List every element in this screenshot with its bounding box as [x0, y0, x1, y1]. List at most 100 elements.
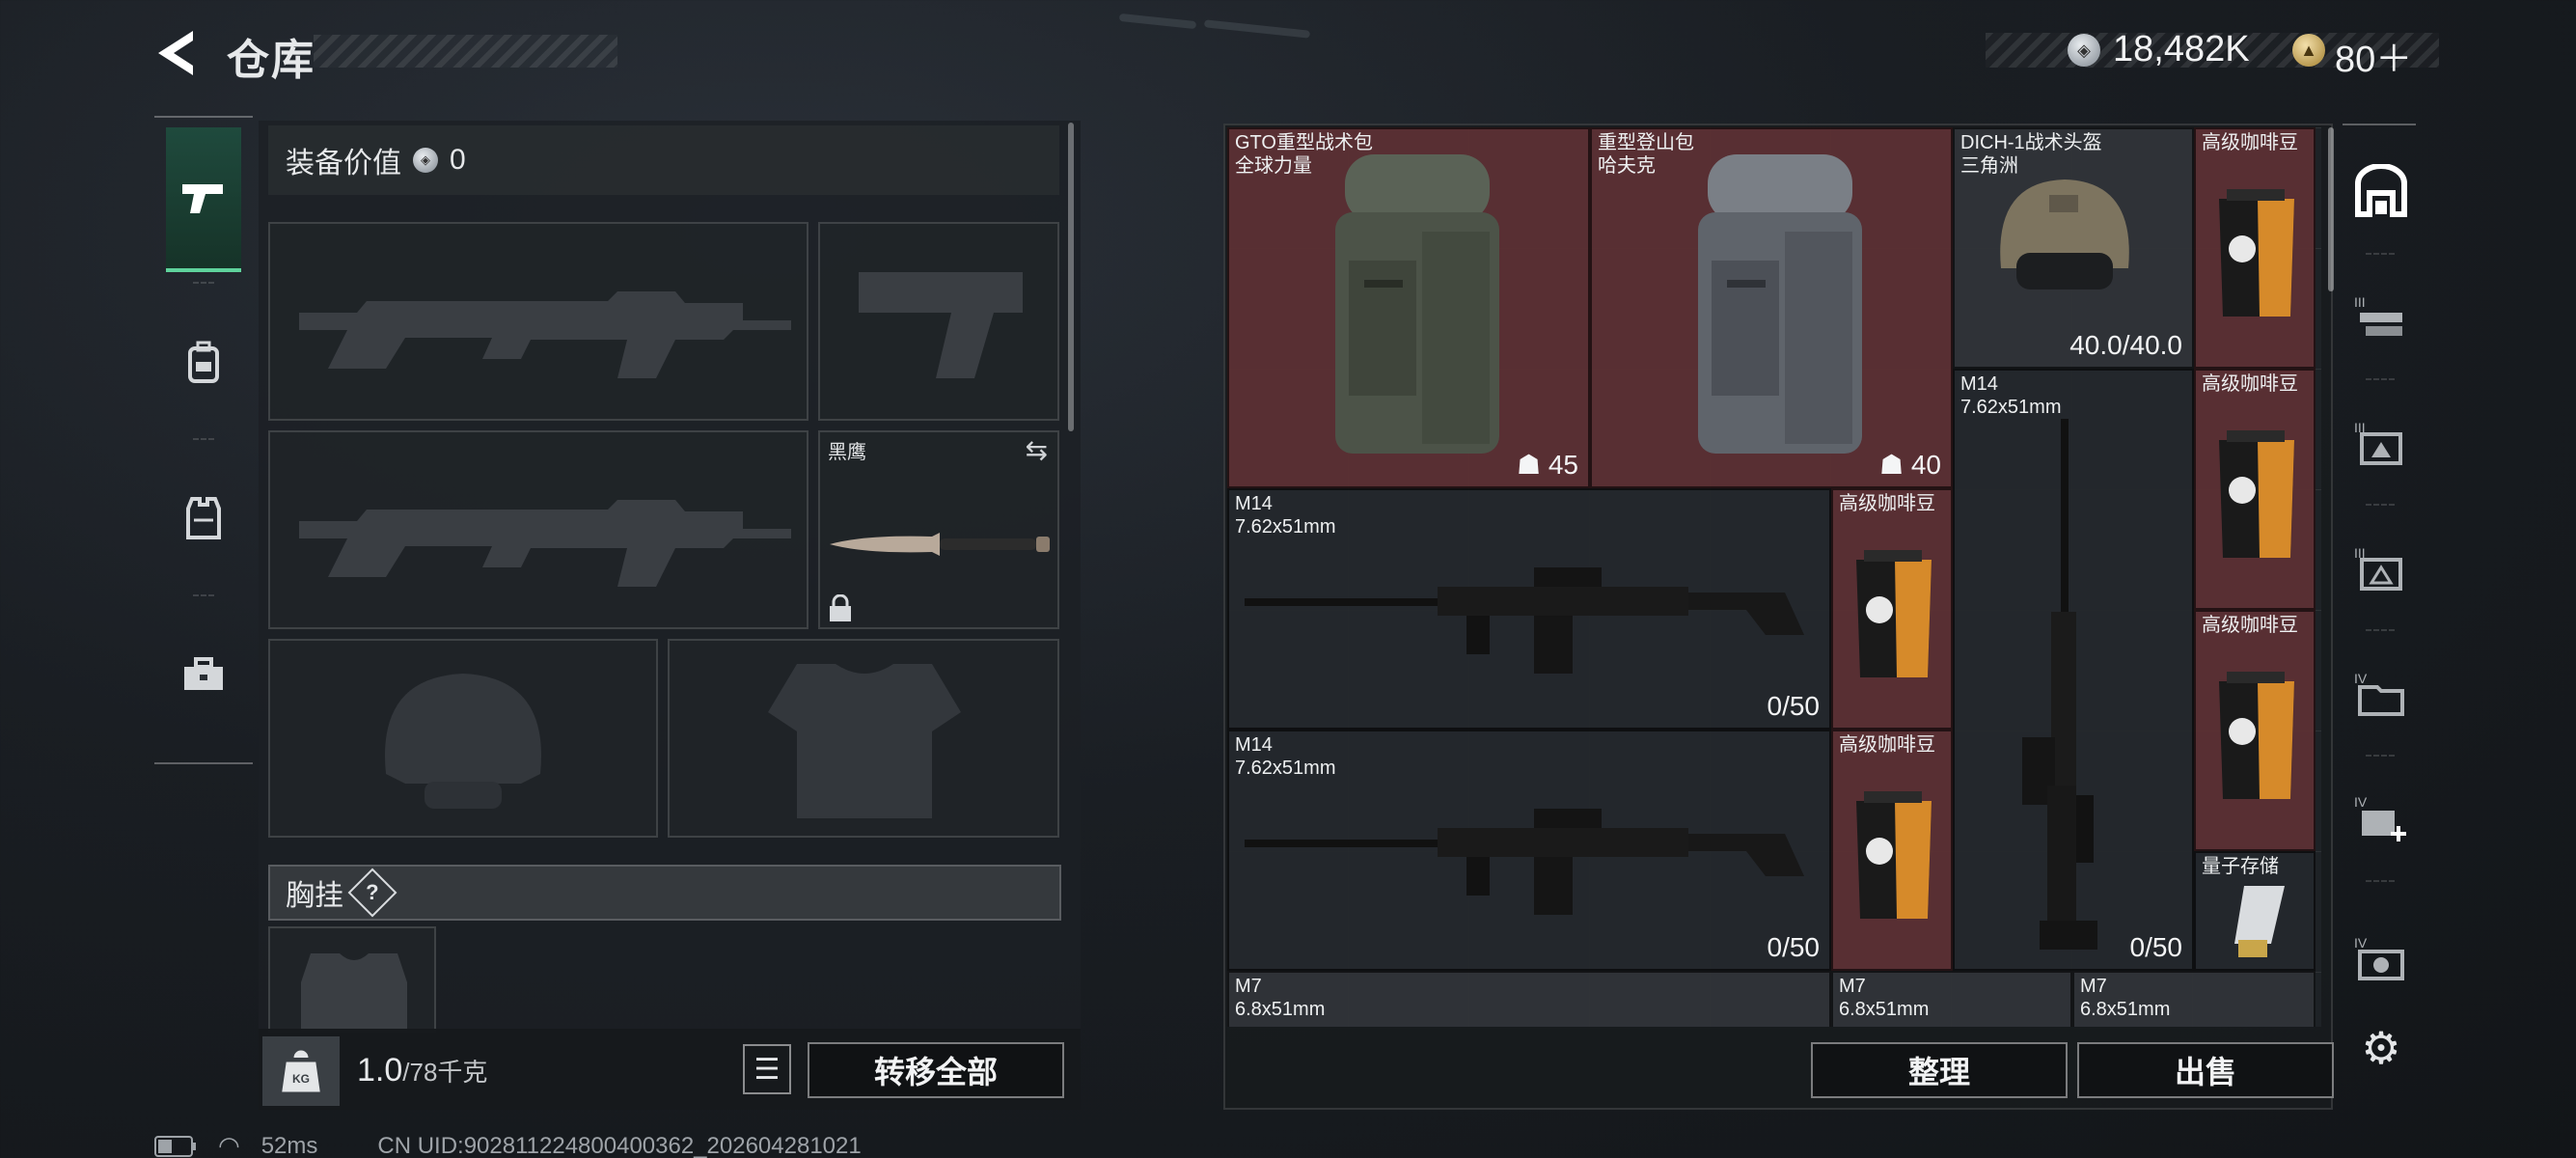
ticket-icon: ▲ [2292, 34, 2325, 67]
secondary-weapon-slot[interactable] [268, 430, 808, 629]
coin-icon: ◈ [2068, 34, 2100, 67]
storage-tier4-camera-icon[interactable]: IV [2350, 926, 2412, 988]
storage-item[interactable]: 高级咖啡豆 [1831, 488, 1953, 730]
status-bar: ◠ 52ms CN UID:902811224800400362_2026042… [154, 1131, 862, 1158]
equipment-value: 0 [450, 144, 466, 176]
storage-item[interactable]: M7 6.8x51mm [2072, 971, 2316, 1027]
wifi-icon: ◠ [218, 1131, 240, 1158]
svg-text:IV: IV [2354, 671, 2368, 686]
storage-main-icon[interactable] [2350, 160, 2412, 222]
weight-icon: KG [262, 1036, 340, 1106]
storage-tier4-add-icon[interactable]: IV [2350, 787, 2412, 849]
storage-item[interactable]: DICH-1战术头盔 三角洲 40.0/40.0 [1953, 127, 2194, 369]
storage-tier3-alt-icon[interactable]: III [2350, 537, 2412, 598]
weight-readout: 1.0/78千克 [357, 1052, 487, 1089]
melee-slot[interactable]: 黑鹰 ⇆ [818, 430, 1059, 629]
equipment-value-label: 装备价值 [286, 148, 401, 179]
storage-item[interactable]: M14 7.62x51mm 0/50 [1953, 369, 2194, 971]
settings-gear-icon[interactable]: ⚙ [2350, 1017, 2412, 1079]
capacity-readout: ☗ 40 [1878, 450, 1941, 480]
title-decoration [314, 35, 617, 68]
armor-slot[interactable] [668, 639, 1059, 838]
rifle-icon [1245, 809, 1804, 915]
backpack-icon [1698, 154, 1862, 454]
coffee-bag-icon [2219, 430, 2294, 558]
chest-rig-silhouette-icon [301, 953, 407, 1031]
svg-text:IV: IV [2354, 935, 2368, 951]
uid-readout: CN UID:902811224800400362_202604281021 [377, 1132, 862, 1158]
storage-item[interactable]: GTO重型战术包 全球力量 ☗ 45 [1227, 127, 1590, 488]
storage-item[interactable]: 高级咖啡豆 [2194, 610, 2316, 851]
nav-backpack[interactable] [166, 290, 241, 434]
primary-weapon-slot[interactable] [268, 222, 808, 421]
coffee-bag-icon [1856, 791, 1932, 919]
pistol-silhouette-icon [859, 272, 1023, 378]
storage-item[interactable]: 量子存储 [2194, 851, 2316, 971]
loadout-scrollbar[interactable] [1068, 123, 1074, 431]
ping-readout: 52ms [260, 1132, 318, 1158]
backpack-icon [1335, 154, 1499, 454]
quantum-storage-icon [2234, 886, 2285, 957]
weight-max: /78千克 [402, 1058, 488, 1087]
page-title: 仓库 [227, 37, 315, 84]
storage-item[interactable]: 高级咖啡豆 [2194, 369, 2316, 610]
backpack-icon [188, 341, 219, 383]
storage-item[interactable]: 重型登山包 哈夫克 ☗ 40 [1590, 127, 1953, 488]
weight-current: 1.0 [357, 1052, 403, 1089]
vest-icon [186, 497, 221, 539]
toolbox-icon [184, 657, 223, 690]
ticket-amount[interactable]: 80＋ [2335, 29, 2412, 82]
svg-text:III: III [2354, 294, 2366, 310]
nav-vest[interactable] [166, 446, 241, 591]
help-icon[interactable]: ? [347, 868, 397, 918]
durability-readout: 0/50 [1767, 691, 1821, 721]
svg-text:KG: KG [292, 1072, 310, 1086]
coffee-bag-icon [2219, 189, 2294, 317]
sort-button[interactable]: 整理 [1811, 1042, 2068, 1098]
rifle-silhouette-icon [299, 291, 791, 378]
storage-item[interactable]: 高级咖啡豆 [1831, 730, 1953, 971]
sell-button[interactable]: 出售 [2077, 1042, 2334, 1098]
chest-rig-label: 胸挂 [286, 880, 343, 912]
swap-icon[interactable]: ⇆ [1026, 434, 1048, 466]
sidearm-slot[interactable] [818, 222, 1059, 421]
storage-tier3-rack-icon[interactable]: III [2350, 286, 2412, 347]
storage-scrollbar[interactable] [2328, 127, 2334, 291]
storage-tier4-folder-icon[interactable]: IV [2350, 662, 2412, 724]
battery-icon [154, 1135, 196, 1157]
loadout-side-nav [154, 116, 253, 764]
capacity-readout: ☗ 45 [1516, 450, 1578, 480]
lock-icon [830, 594, 851, 621]
durability-readout: 40.0/40.0 [2069, 330, 2182, 360]
rifle-icon [1245, 567, 1804, 674]
durability-readout: 0/50 [2129, 932, 2183, 962]
storage-tier3-box-icon[interactable]: III [2350, 411, 2412, 473]
list-view-icon[interactable]: ☰ [743, 1044, 791, 1094]
coffee-bag-icon [1856, 550, 1932, 677]
armor-silhouette-icon [768, 664, 961, 818]
storage-item[interactable]: M14 7.62x51mm 0/50 [1227, 730, 1831, 971]
helmet-icon [2000, 179, 2129, 290]
rifle-icon [2022, 419, 2097, 950]
svg-text:IV: IV [2354, 794, 2368, 810]
melee-name: 黑鹰 [828, 442, 866, 463]
storage-item[interactable]: 高级咖啡豆 [2194, 127, 2316, 369]
storage-item[interactable]: M14 7.62x51mm 0/50 [1227, 488, 1831, 730]
chest-rig-slot[interactable] [268, 926, 436, 1033]
chest-rig-header: 胸挂 ? [268, 865, 1061, 921]
rifle-silhouette-icon [299, 500, 791, 587]
coin-amount: 18,482K [2113, 29, 2250, 69]
durability-readout: 0/50 [1767, 932, 1821, 962]
storage-item[interactable]: M7 6.8x51mm [1831, 971, 2072, 1027]
back-arrow-icon[interactable] [152, 27, 201, 79]
nav-toolbox[interactable] [166, 602, 241, 747]
storage-grid: GTO重型战术包 全球力量 ☗ 45 重型登山包 哈夫克 ☗ 40 DICH-1… [1227, 127, 2321, 1027]
transfer-all-button[interactable]: 转移全部 [808, 1042, 1064, 1098]
nav-weapons[interactable] [166, 127, 241, 272]
coin-icon: ◈ [413, 148, 438, 173]
storage-item[interactable]: M7 6.8x51mm [1227, 971, 1831, 1027]
pistol-icon [182, 184, 223, 213]
helmet-slot[interactable] [268, 639, 658, 838]
knife-icon [830, 533, 1050, 556]
helmet-silhouette-icon [385, 674, 541, 809]
